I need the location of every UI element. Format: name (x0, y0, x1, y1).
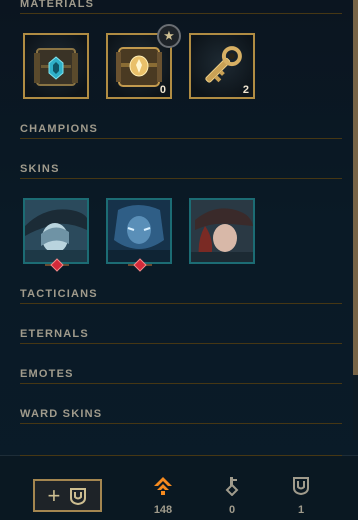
rarity-gem-icon (45, 258, 69, 272)
skin-tile-2[interactable] (106, 198, 172, 264)
section-skins: SKINS (20, 160, 342, 179)
masterwork-chest-count: 0 (159, 84, 166, 96)
skin-tile-3[interactable] (189, 198, 255, 264)
section-champions: CHAMPIONS (20, 120, 342, 139)
section-header-materials[interactable]: MATERIALS (20, 0, 342, 14)
skin-tile-1[interactable] (23, 198, 89, 264)
footer-divider (20, 455, 342, 456)
chest-value: 1 (297, 504, 305, 516)
section-header-emotes[interactable]: EMOTES (20, 365, 342, 384)
craft-add-button[interactable]: + (33, 479, 102, 512)
chest-shield-icon (70, 488, 87, 506)
plus-label: + (47, 483, 61, 508)
skin-portrait-3-icon (191, 200, 253, 262)
skin-portrait-2-icon (108, 200, 170, 262)
rarity-gem-icon (128, 258, 152, 272)
hextech-chest-icon (34, 48, 78, 86)
section-emotes: EMOTES (20, 365, 342, 384)
material-tile-hextech-key[interactable]: 2 (189, 33, 255, 99)
star-badge-icon: ★ (157, 24, 181, 48)
key-fragment-icon (225, 477, 239, 497)
hextech-key-count: 2 (242, 84, 249, 96)
scrollbar-thumb[interactable] (353, 0, 358, 375)
chest-icon (293, 477, 309, 496)
key-fragment-counter: 0 (212, 476, 252, 516)
key-fragment-value: 0 (228, 504, 236, 516)
section-materials: MATERIALS (20, 0, 342, 14)
section-eternals: ETERNALS (20, 325, 342, 344)
orange-essence-counter: 148 (143, 476, 183, 516)
section-tacticians: TACTICIANS (20, 285, 342, 304)
section-header-tacticians[interactable]: TACTICIANS (20, 285, 342, 304)
section-ward-skins: WARD SKINS (20, 405, 342, 424)
skin-portrait-1-icon (25, 200, 87, 262)
section-header-skins[interactable]: SKINS (20, 160, 342, 179)
section-header-champions[interactable]: CHAMPIONS (20, 120, 342, 139)
chest-counter: 1 (281, 476, 321, 516)
section-header-eternals[interactable]: ETERNALS (20, 325, 342, 344)
orange-essence-icon (154, 477, 172, 495)
orange-essence-value: 148 (153, 504, 173, 516)
section-header-ward-skins[interactable]: WARD SKINS (20, 405, 342, 424)
material-tile-hextech-chest[interactable] (23, 33, 89, 99)
